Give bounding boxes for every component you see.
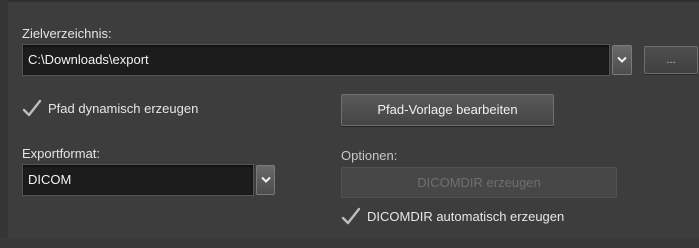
edit-path-template-button[interactable]: Pfad-Vorlage bearbeiten bbox=[341, 94, 554, 126]
target-directory-dropdown-button[interactable] bbox=[612, 45, 632, 75]
panel-bottom-band bbox=[0, 238, 699, 248]
panel-top-border bbox=[0, 0, 699, 2]
checkmark-icon bbox=[22, 99, 42, 117]
export-settings-panel: Zielverzeichnis: C:\Downloads\export ...… bbox=[0, 0, 699, 248]
target-directory-value[interactable]: C:\Downloads\export bbox=[28, 45, 149, 75]
export-format-label: Exportformat: bbox=[22, 146, 101, 161]
dynamic-path-checkbox[interactable]: Pfad dynamisch erzeugen bbox=[22, 97, 198, 119]
chevron-down-icon bbox=[260, 176, 271, 183]
browse-directory-button[interactable]: ... bbox=[644, 46, 698, 74]
target-directory-label: Zielverzeichnis: bbox=[22, 26, 112, 41]
target-directory-combobox[interactable]: C:\Downloads\export bbox=[22, 44, 610, 76]
dicomdir-auto-label: DICOMDIR automatisch erzeugen bbox=[367, 208, 565, 224]
export-format-dropdown-button[interactable] bbox=[256, 165, 275, 195]
dicomdir-auto-checkbox[interactable]: DICOMDIR automatisch erzeugen bbox=[341, 205, 564, 227]
chevron-down-icon bbox=[617, 56, 627, 63]
create-dicomdir-button[interactable]: DICOMDIR erzeugen bbox=[341, 167, 617, 198]
options-label: Optionen: bbox=[341, 148, 398, 163]
dynamic-path-label: Pfad dynamisch erzeugen bbox=[48, 100, 199, 116]
panel-left-border bbox=[0, 0, 8, 248]
export-format-combobox[interactable]: DICOM bbox=[22, 164, 254, 196]
export-format-value[interactable]: DICOM bbox=[28, 165, 71, 195]
checkmark-icon bbox=[341, 207, 361, 225]
